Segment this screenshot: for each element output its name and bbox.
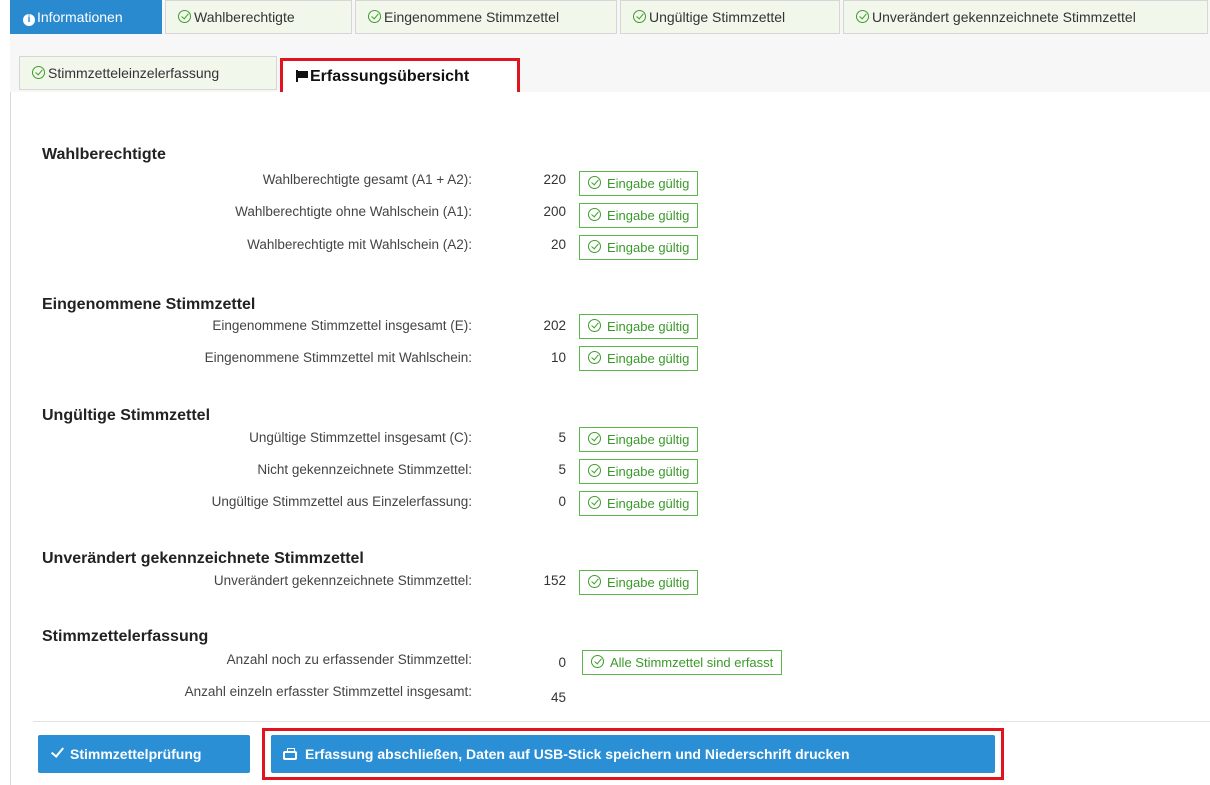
- check-circle-icon: [856, 10, 869, 23]
- tab-stimmzetteleinzelerfassung[interactable]: Stimmzetteleinzelerfassung: [19, 56, 277, 90]
- section-title-wahlberechtigte: Wahlberechtigte: [42, 146, 166, 163]
- check-circle-icon: [588, 176, 601, 189]
- button-label: Stimmzettelprüfung: [70, 746, 202, 762]
- check-circle-icon: [588, 319, 601, 332]
- status-badge: Alle Stimmzettel sind erfasst: [582, 650, 783, 675]
- divider: [33, 721, 1210, 722]
- tab-informationen[interactable]: i Informationen: [10, 0, 162, 34]
- check-circle-icon: [368, 10, 381, 23]
- status-badge: Eingabe gültig: [579, 427, 699, 452]
- tab-unveraendert-gekennzeichnete[interactable]: Unverändert gekennzeichnete Stimmzettel: [843, 0, 1208, 34]
- info-icon: i: [23, 14, 35, 26]
- row-value: 152: [543, 573, 566, 588]
- section-title-eingenommene: Eingenommene Stimmzettel: [42, 296, 256, 313]
- finish-button-highlight: Erfassung abschließen, Daten auf USB-Sti…: [262, 728, 1004, 780]
- row-value: 10: [550, 350, 566, 365]
- check-circle-icon: [588, 432, 601, 445]
- row-label: Nicht gekennzeichnete Stimmzettel:: [257, 462, 472, 477]
- check-circle-icon: [588, 496, 601, 509]
- tab-erfassungsuebersicht[interactable]: Erfassungsübersicht: [280, 58, 520, 96]
- row-value: 0: [558, 494, 566, 509]
- row-label: Anzahl noch zu erfassender Stimmzettel:: [226, 652, 472, 667]
- status-badge: Eingabe gültig: [579, 346, 699, 371]
- panel-border: [10, 92, 11, 785]
- row-value: 20: [550, 237, 566, 252]
- row-value: 5: [558, 462, 566, 477]
- printer-icon: [283, 748, 297, 760]
- check-circle-icon: [178, 10, 191, 23]
- button-label: Erfassung abschließen, Daten auf USB-Sti…: [305, 746, 850, 762]
- row-label: Ungültige Stimmzettel insgesamt (C):: [249, 430, 472, 445]
- status-badge: Eingabe gültig: [579, 459, 699, 484]
- tab-label: Ungültige Stimmzettel: [649, 9, 786, 25]
- row-label: Anzahl einzeln erfasster Stimmzettel ins…: [184, 684, 472, 699]
- status-badge: Eingabe gültig: [579, 235, 699, 260]
- tab-label: Erfassungsübersicht: [310, 68, 470, 85]
- row-label: Eingenommene Stimmzettel mit Wahlschein:: [204, 350, 472, 365]
- flag-icon: [295, 70, 309, 82]
- check-circle-icon: [588, 208, 601, 221]
- stimmzettelpruefung-button[interactable]: Stimmzettelprüfung: [38, 735, 250, 773]
- row-value: 220: [543, 172, 566, 187]
- tab-bar: i Informationen Wahlberechtigte Eingenomm…: [10, 0, 1210, 96]
- tab-label: Eingenommene Stimmzettel: [384, 9, 560, 25]
- section-title-unveraendert: Unverändert gekennzeichnete Stimmzettel: [42, 550, 364, 567]
- row-label: Wahlberechtigte mit Wahlschein (A2):: [247, 237, 472, 252]
- check-circle-icon: [588, 351, 601, 364]
- tab-ungueltige-stimmzettel[interactable]: Ungültige Stimmzettel: [620, 0, 840, 34]
- status-badge: Eingabe gültig: [579, 203, 699, 228]
- row-label: Wahlberechtigte gesamt (A1 + A2):: [262, 172, 472, 187]
- check-circle-icon: [633, 10, 646, 23]
- row-value: 202: [543, 318, 566, 333]
- check-circle-icon: [588, 575, 601, 588]
- row-value: 0: [558, 655, 566, 670]
- check-circle-icon: [591, 655, 604, 668]
- finish-and-print-button[interactable]: Erfassung abschließen, Daten auf USB-Sti…: [271, 735, 995, 773]
- tab-label: Informationen: [37, 9, 123, 25]
- row-label: Wahlberechtigte ohne Wahlschein (A1):: [235, 204, 472, 219]
- section-title-erfassung: Stimmzettelerfassung: [42, 628, 209, 645]
- row-value: 45: [550, 690, 566, 705]
- row-value: 200: [543, 204, 566, 219]
- status-badge: Eingabe gültig: [579, 171, 699, 196]
- status-badge: Eingabe gültig: [579, 491, 699, 516]
- row-value: 5: [558, 430, 566, 445]
- row-label: Ungültige Stimmzettel aus Einzelerfassun…: [211, 494, 472, 509]
- check-circle-icon: [588, 240, 601, 253]
- row-label: Eingenommene Stimmzettel insgesamt (E):: [212, 318, 472, 333]
- tab-label: Wahlberechtigte: [194, 9, 295, 25]
- section-title-ungueltige: Ungültige Stimmzettel: [42, 407, 211, 424]
- status-badge: Eingabe gültig: [579, 570, 699, 595]
- status-badge: Eingabe gültig: [579, 314, 699, 339]
- checkmark-icon: [50, 744, 65, 758]
- tab-eingenommene-stimmzettel[interactable]: Eingenommene Stimmzettel: [355, 0, 617, 34]
- tab-label: Stimmzetteleinzelerfassung: [48, 65, 220, 81]
- check-circle-icon: [588, 464, 601, 477]
- tab-wahlberechtigte[interactable]: Wahlberechtigte: [165, 0, 352, 34]
- row-label: Unverändert gekennzeichnete Stimmzettel:: [213, 573, 472, 588]
- check-circle-icon: [32, 66, 45, 79]
- tab-label: Unverändert gekennzeichnete Stimmzettel: [872, 9, 1136, 25]
